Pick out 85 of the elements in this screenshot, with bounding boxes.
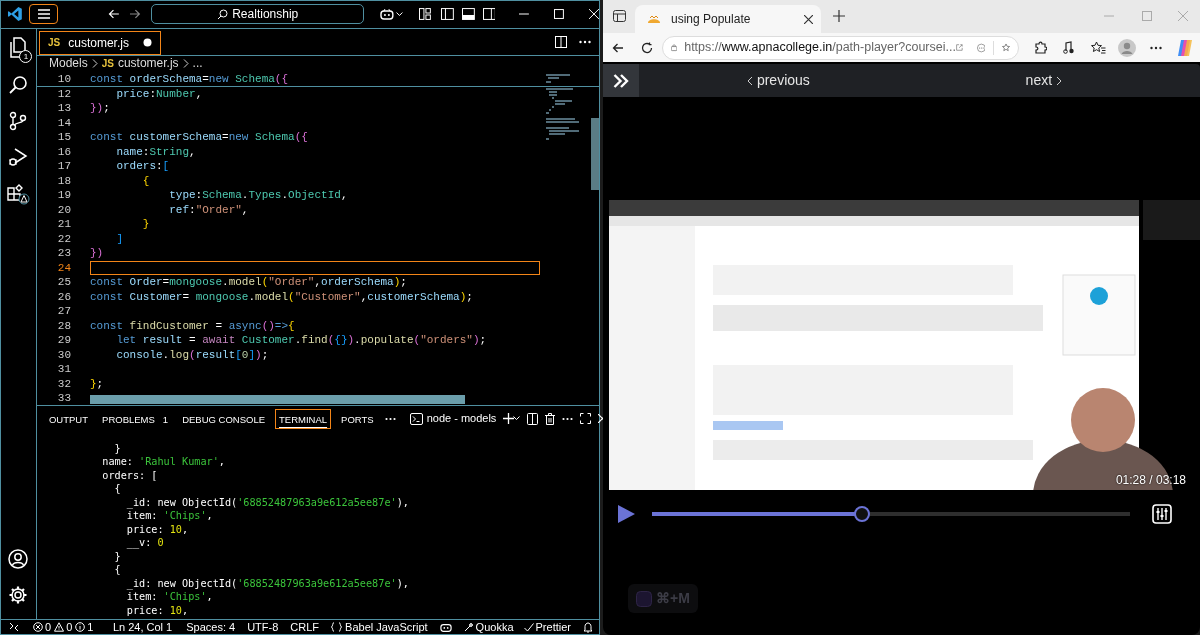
terminal-line: { — [113, 563, 122, 577]
cursor-position[interactable]: Ln 24, Col 1 — [112, 620, 173, 634]
code-line: ref:"Order", — [168, 202, 249, 218]
panel-tab[interactable]: OUTPUT — [45, 408, 93, 429]
line-number: 32 — [56, 376, 71, 392]
terminal-line: _id: new ObjectId('68852487963a9e612a5ee87e'), — [125, 495, 410, 510]
breadcrumb-item[interactable]: Models — [49, 54, 88, 73]
code-line: }; — [90, 376, 104, 392]
problem-count: 1 — [162, 412, 169, 427]
terminal-line: } — [113, 441, 122, 456]
code-line: }); — [90, 101, 110, 116]
error-count[interactable]: 0 — [45, 620, 52, 634]
line-number: 17 — [56, 159, 71, 174]
line-number: 18 — [56, 173, 71, 189]
terminal-line: item: 'Chips', — [125, 590, 214, 604]
line-number: 33 — [56, 391, 71, 405]
terminal-line: price: 10, — [125, 603, 190, 618]
line-number: 23 — [56, 246, 71, 261]
prettier-status[interactable]: Prettier — [535, 620, 571, 634]
code-line: }) — [90, 246, 104, 261]
terminal-line: price: 10, — [125, 522, 190, 537]
search-field[interactable]: Realtionship — [151, 4, 365, 25]
code-line: console.log(result[0]); — [115, 347, 269, 363]
terminal-line: { — [113, 482, 122, 496]
next-link[interactable]: next — [1021, 70, 1067, 91]
code-line: let result = await Customer.find({}).populate("orders"); — [115, 333, 487, 348]
quokka-status[interactable]: Quokka — [475, 620, 514, 634]
line-number: 15 — [56, 130, 71, 145]
browser-tab[interactable]: using Populate — [635, 5, 821, 33]
terminal-line: __v: 0 — [125, 536, 165, 550]
line-number: 27 — [56, 304, 71, 319]
terminal-line: name: 'Rahul Kumar', — [101, 455, 226, 469]
code-line: const findCustomer = async()=>{ — [90, 318, 295, 334]
terminal-line: item: 'Chips', — [125, 509, 214, 523]
line-number: 31 — [56, 362, 71, 377]
code-line: name:String, — [115, 144, 196, 160]
line-ending-setting[interactable]: CRLF — [290, 620, 320, 634]
line-number: 14 — [56, 115, 71, 131]
code-line: price:Number, — [115, 86, 203, 102]
terminal-line: orders: [ — [101, 468, 159, 483]
language-mode[interactable]: Babel JavaScript — [345, 620, 428, 634]
url-text: https://www.apnacollege.in/path-player?coursei... — [684, 39, 956, 57]
code-line: type:Schema.Types.ObjectId, — [168, 188, 348, 203]
code-line: const Order=mongoose.model("Order",orderSchema); — [90, 275, 407, 290]
breadcrumb-item[interactable]: customer.js — [117, 54, 179, 73]
panel-tab[interactable]: PORTS — [337, 408, 378, 429]
line-number: 21 — [56, 217, 71, 232]
line-number: 10 — [56, 71, 71, 86]
warning-count[interactable]: 0 — [66, 620, 73, 634]
encoding-setting[interactable]: UTF-8 — [247, 620, 279, 634]
file-type-icon: JS — [101, 55, 114, 71]
editor-tab[interactable]: JS customer.js — [39, 30, 161, 55]
code-line: const customerSchema=new Schema({ — [90, 130, 308, 145]
line-number: 24 — [56, 260, 71, 276]
code-line: { — [141, 173, 150, 189]
line-number: 12 — [56, 86, 71, 102]
panel-tab[interactable]: TERMINAL — [275, 408, 332, 429]
file-type-icon: JS — [48, 35, 61, 51]
line-number: 28 — [56, 318, 71, 334]
terminal-line: _id: new ObjectId('68852487963a9e612a5ee87e'), — [125, 576, 410, 591]
line-number: 22 — [56, 231, 71, 247]
code-line: ] — [115, 231, 123, 247]
code-line: } — [141, 217, 150, 232]
line-number: 26 — [56, 289, 71, 305]
terminal-line: } — [113, 549, 122, 564]
line-number: 16 — [56, 144, 71, 160]
previous-link[interactable]: previous — [742, 70, 814, 91]
code-line: orders:[ — [115, 159, 170, 174]
terminal-name[interactable]: node - models — [426, 410, 497, 427]
line-number: 29 — [56, 333, 71, 348]
address-bar[interactable]: https://www.apnacollege.in/path-player?coursei... — [662, 35, 1019, 60]
line-number: 13 — [56, 101, 71, 116]
video-time: 01:28 / 03:18 — [1115, 472, 1186, 489]
panel-tab[interactable]: PROBLEMS 1 — [98, 408, 173, 429]
line-number: 20 — [56, 202, 71, 218]
line-number: 25 — [56, 275, 71, 290]
breadcrumb-item[interactable]: ... — [192, 54, 203, 73]
line-number: 30 — [56, 347, 71, 363]
code-line: const orderSchema=new Schema({ — [90, 71, 289, 86]
indentation-setting[interactable]: Spaces: 4 — [186, 620, 236, 634]
info-count[interactable]: 1 — [87, 620, 94, 634]
code-line: const Customer= mongoose.model("Customer",customerSchema); — [90, 289, 473, 305]
notification-badge: 1 — [19, 49, 33, 63]
panel-tab[interactable]: DEBUG CONSOLE — [178, 408, 270, 429]
line-number: 19 — [56, 188, 71, 203]
